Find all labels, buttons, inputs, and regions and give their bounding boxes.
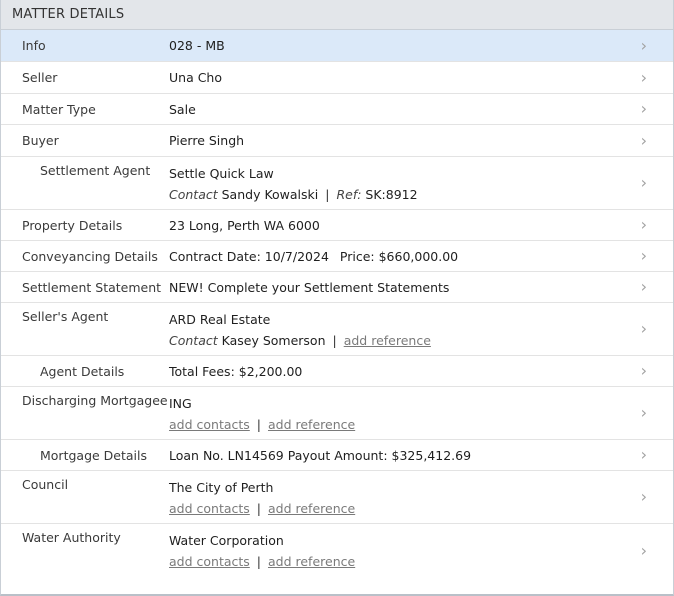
row-council[interactable]: Council The City of Perth add contacts |…: [1, 471, 673, 524]
row-label: Council: [22, 477, 69, 492]
mortgagee-actions: add contacts | add reference: [169, 417, 356, 432]
sellers-agent-name: ARD Real Estate: [169, 312, 271, 327]
chevron-right-icon: ›: [640, 67, 647, 87]
contract-date: Contract Date: 10/7/2024: [169, 248, 329, 264]
add-contacts-link[interactable]: add contacts: [169, 417, 250, 432]
row-label: Water Authority: [22, 530, 121, 545]
add-reference-link[interactable]: add reference: [268, 417, 355, 432]
row-value: Loan No. LN14569 Payout Amount: $325,412…: [169, 447, 472, 463]
add-reference-link[interactable]: add reference: [344, 333, 431, 348]
sellers-agent-contact: Contact Kasey Somerson | add reference: [169, 333, 431, 348]
chevron-right-icon: ›: [640, 445, 647, 464]
mortgagee-name: ING: [169, 396, 192, 411]
council-name: The City of Perth: [169, 480, 274, 495]
row-settlement-agent[interactable]: Settlement Agent Settle Quick Law Contac…: [1, 157, 673, 210]
add-contacts-link[interactable]: add contacts: [169, 554, 250, 569]
row-matter-type[interactable]: Matter Type Sale ›: [1, 94, 673, 125]
water-authority-name: Water Corporation: [169, 533, 284, 548]
water-authority-actions: add contacts | add reference: [169, 554, 356, 569]
row-value: ARD Real Estate Contact Kasey Somerson |…: [169, 309, 673, 351]
chevron-right-icon: ›: [640, 319, 647, 338]
row-label: Info: [22, 38, 46, 53]
row-value: Water Corporation add contacts | add ref…: [169, 530, 673, 572]
panel-title: MATTER DETAILS: [12, 7, 125, 22]
row-mortgage-details[interactable]: Mortgage Details Loan No. LN14569 Payout…: [1, 440, 673, 471]
row-value: Contract Date: 10/7/2024 Price: $660,000.…: [169, 249, 673, 264]
row-value: The City of Perth add contacts | add ref…: [169, 477, 673, 519]
row-label: Conveyancing Details: [22, 248, 158, 264]
chevron-right-icon: ›: [640, 487, 647, 506]
add-reference-link[interactable]: add reference: [268, 554, 355, 569]
chevron-right-icon: ›: [640, 173, 647, 192]
row-seller[interactable]: Seller Una Cho ›: [1, 62, 673, 94]
row-value: Settle Quick Law Contact Sandy Kowalski …: [169, 163, 673, 205]
row-conveyancing-details[interactable]: Conveyancing Details Contract Date: 10/7…: [1, 241, 673, 272]
row-label: Matter Type: [22, 101, 96, 117]
settlement-agent-name: Settle Quick Law: [169, 166, 274, 181]
row-label: Seller: [22, 70, 58, 85]
add-contacts-link[interactable]: add contacts: [169, 501, 250, 516]
row-label: Agent Details: [40, 363, 125, 379]
panel-header: MATTER DETAILS: [1, 0, 673, 30]
row-value: NEW! Complete your Settlement Statements: [169, 279, 450, 295]
add-reference-link[interactable]: add reference: [268, 501, 355, 516]
row-value: Total Fees: $2,200.00: [169, 363, 303, 379]
row-label: Property Details: [22, 217, 123, 233]
row-value: Una Cho: [169, 70, 223, 85]
row-buyer[interactable]: Buyer Pierre Singh ›: [1, 125, 673, 157]
row-label: Settlement Agent: [40, 163, 151, 178]
chevron-right-icon: ›: [640, 246, 647, 265]
matter-details-panel: MATTER DETAILS Info 028 - MB › Seller Un…: [0, 0, 674, 596]
row-value: Pierre Singh: [169, 133, 245, 148]
settlement-agent-contact: Contact Sandy Kowalski | Ref: SK:8912: [169, 187, 418, 202]
contract-price: Price: $660,000.00: [339, 248, 459, 264]
row-property-details[interactable]: Property Details 23 Long, Perth WA 6000 …: [1, 210, 673, 241]
row-value: Sale: [169, 101, 196, 117]
row-discharging-mortgagee[interactable]: Discharging Mortgagee ING add contacts |…: [1, 387, 673, 440]
row-label: Buyer: [22, 133, 59, 148]
row-value: 028 - MB: [169, 38, 225, 53]
chevron-right-icon: ›: [640, 215, 647, 234]
matter-details-list: Info 028 - MB › Seller Una Cho › Matter …: [1, 30, 673, 577]
chevron-right-icon: ›: [640, 35, 647, 55]
row-value: ING add contacts | add reference: [169, 393, 673, 435]
row-sellers-agent[interactable]: Seller's Agent ARD Real Estate Contact K…: [1, 303, 673, 356]
row-value: 23 Long, Perth WA 6000: [169, 217, 320, 233]
row-label: Seller's Agent: [22, 309, 109, 324]
row-label: Mortgage Details: [40, 447, 148, 463]
council-actions: add contacts | add reference: [169, 501, 356, 516]
chevron-right-icon: ›: [640, 99, 647, 118]
row-settlement-statement[interactable]: Settlement Statement NEW! Complete your …: [1, 272, 673, 303]
row-label: Discharging Mortgagee: [22, 393, 168, 408]
chevron-right-icon: ›: [640, 277, 647, 296]
row-water-authority[interactable]: Water Authority Water Corporation add co…: [1, 524, 673, 577]
row-info[interactable]: Info 028 - MB ›: [1, 30, 673, 62]
row-label: Settlement Statement: [22, 279, 162, 295]
chevron-right-icon: ›: [640, 130, 647, 150]
chevron-right-icon: ›: [640, 403, 647, 422]
chevron-right-icon: ›: [640, 540, 647, 560]
row-agent-details[interactable]: Agent Details Total Fees: $2,200.00 ›: [1, 356, 673, 387]
chevron-right-icon: ›: [640, 361, 647, 380]
